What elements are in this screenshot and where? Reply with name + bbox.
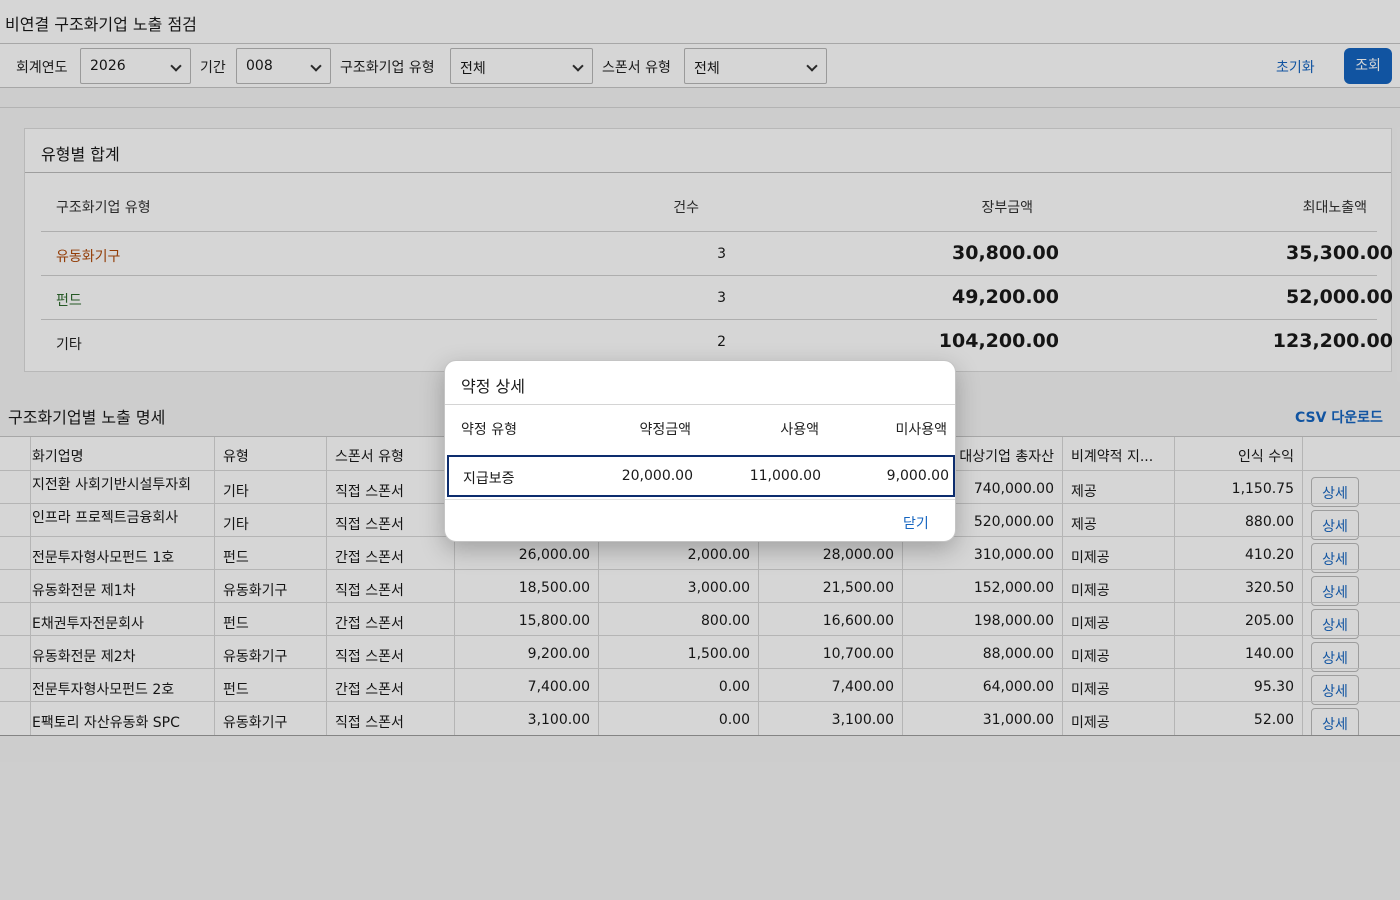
- modal-cell-amount: 20,000.00: [621, 468, 693, 484]
- divider: [445, 404, 955, 405]
- page: 비연결 구조화기업 노출 점검 회계연도 2026 기간 008 구조화기업 유…: [0, 0, 1400, 900]
- modal-header-unused: 미사용액: [895, 422, 947, 438]
- modal-header-used: 사용액: [780, 422, 819, 438]
- modal-header-amount: 약정금액: [639, 422, 691, 438]
- divider: [445, 499, 955, 500]
- modal-cell-unused: 9,000.00: [886, 468, 949, 484]
- modal-row[interactable]: 지급보증 20,000.00 11,000.00 9,000.00: [447, 455, 955, 497]
- modal-title: 약정 상세: [461, 377, 525, 396]
- commitment-detail-modal: 약정 상세 약정 유형 약정금액 사용액 미사용액 지급보증 20,000.00…: [444, 360, 956, 542]
- modal-cell-type: 지급보증: [463, 471, 515, 487]
- close-button[interactable]: 닫기: [903, 513, 929, 533]
- modal-cell-used: 11,000.00: [749, 468, 821, 484]
- modal-header-type: 약정 유형: [461, 422, 517, 438]
